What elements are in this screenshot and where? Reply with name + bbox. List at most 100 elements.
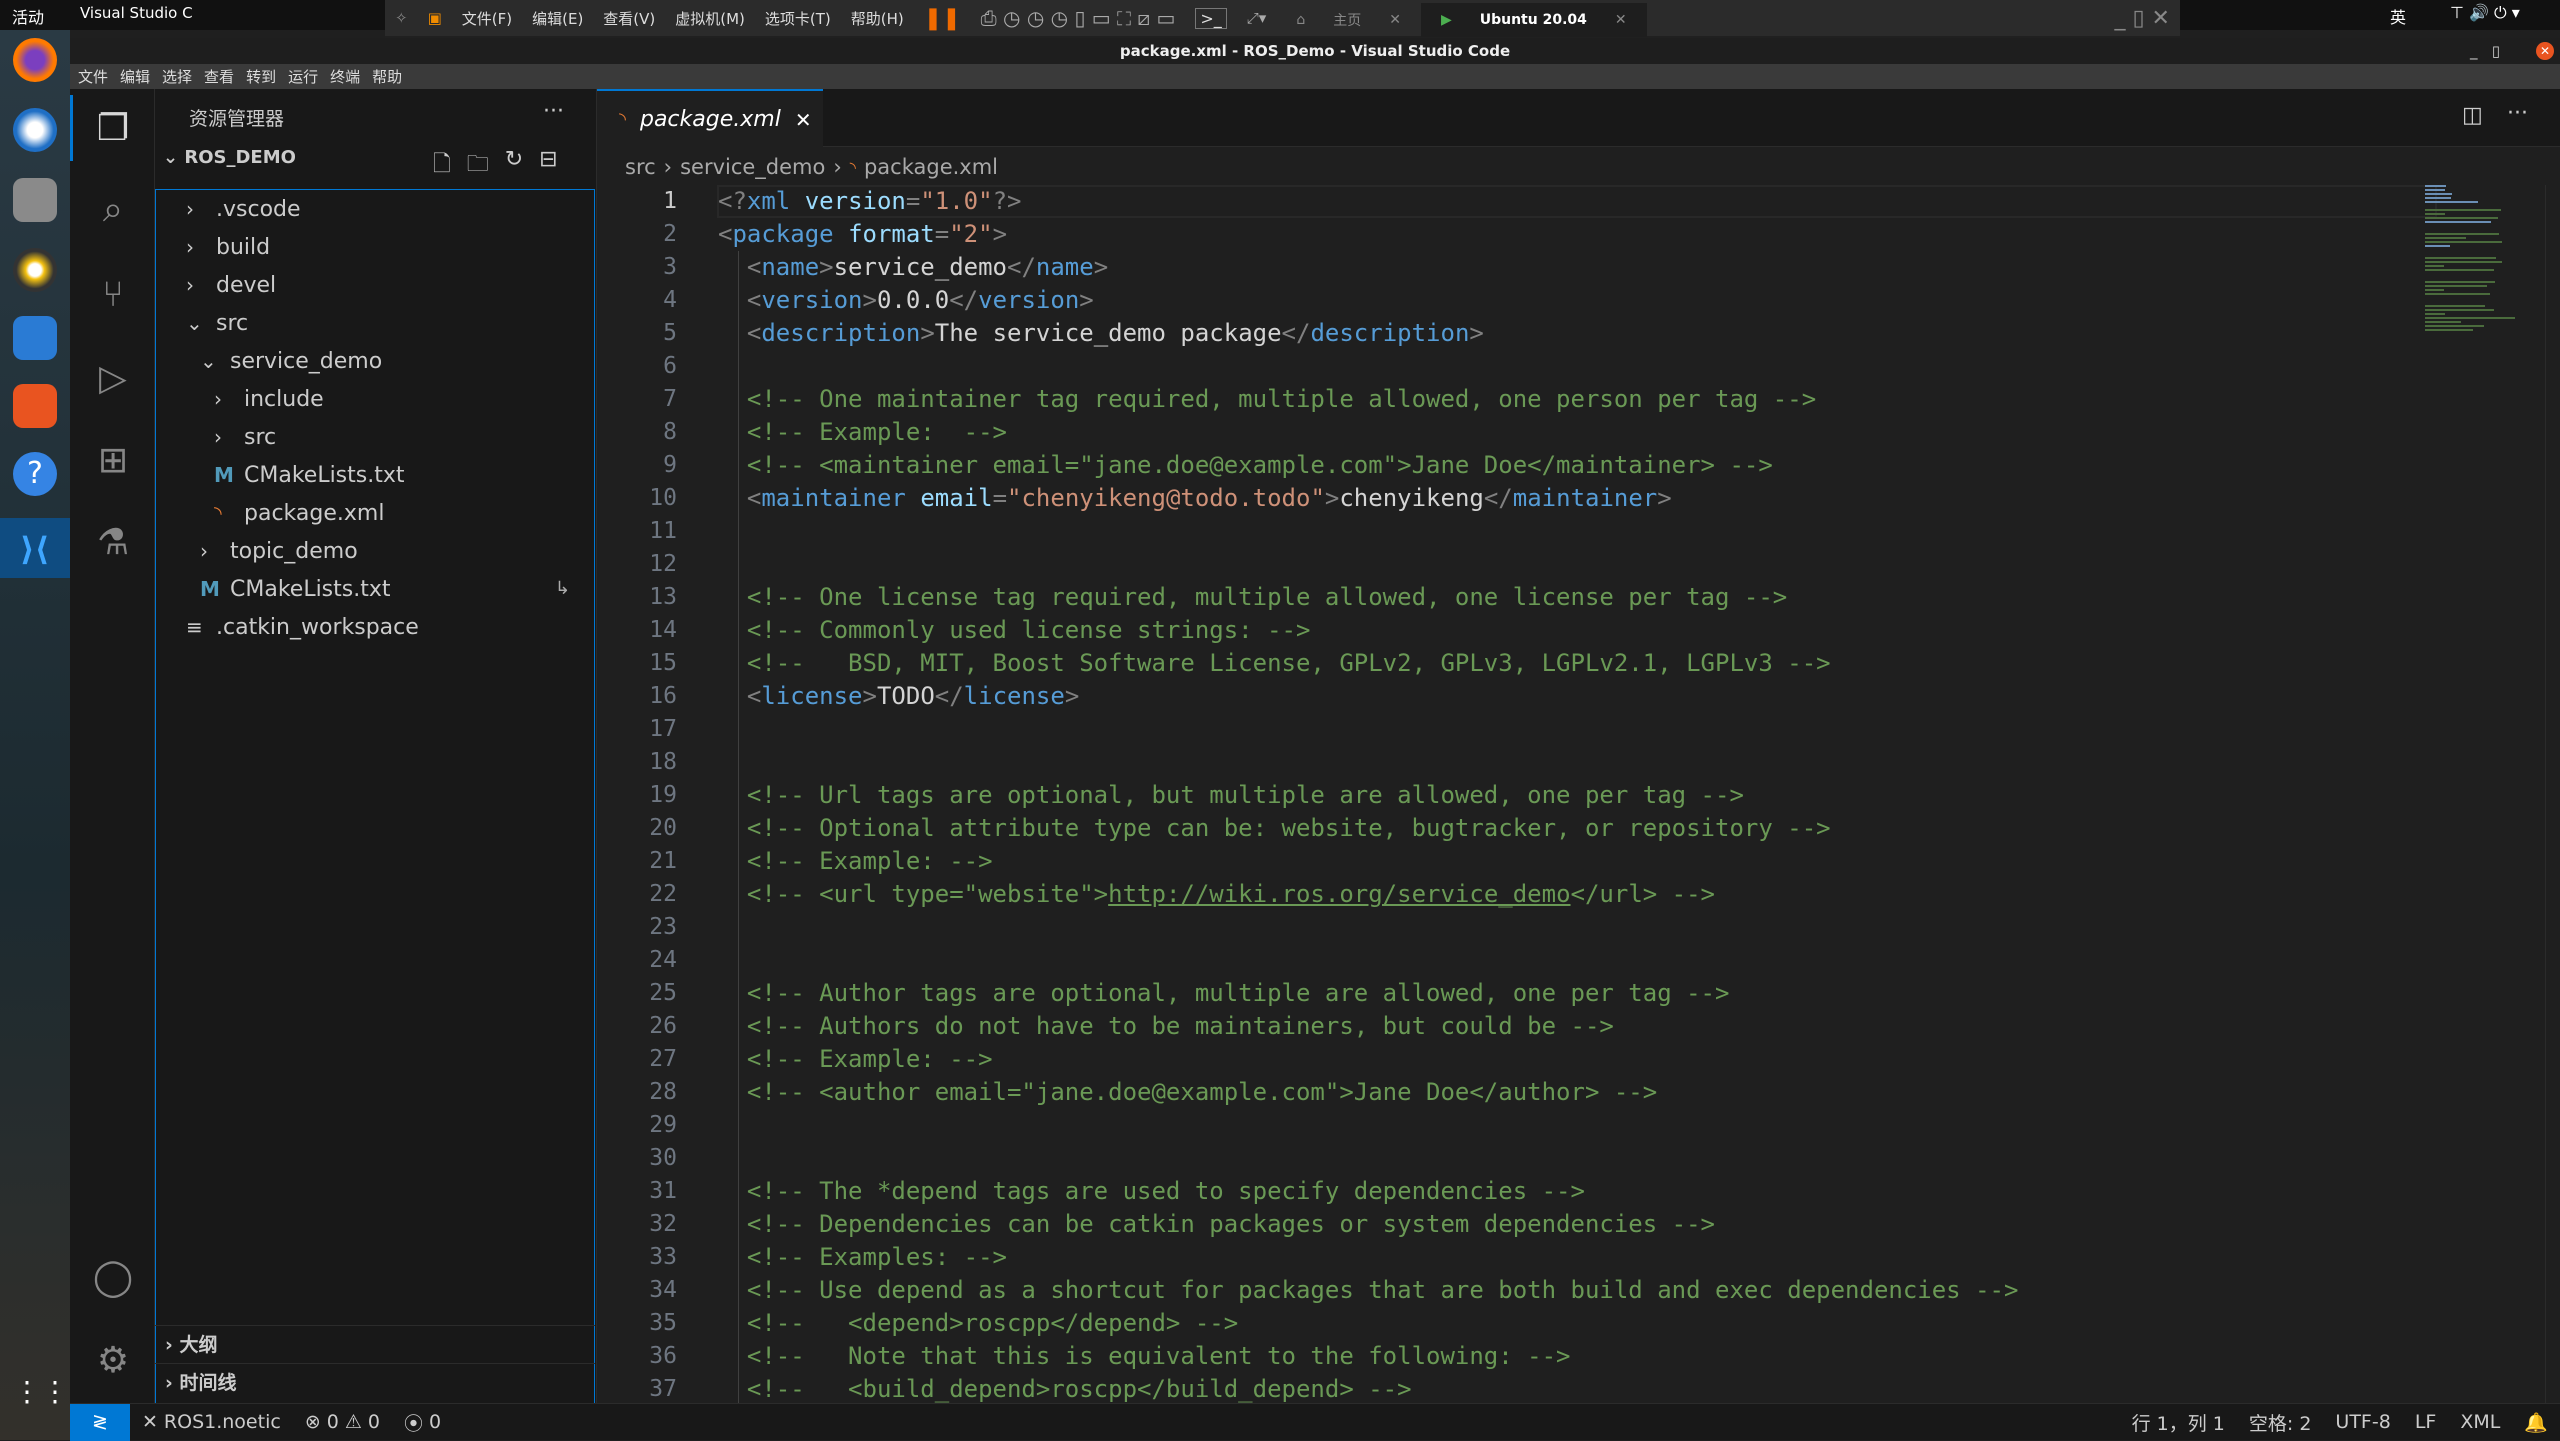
tree-item[interactable]: ◝ package.xml <box>156 494 594 532</box>
fullscreen-icon[interactable]: ⤢▾ <box>1247 9 1267 27</box>
tree-item[interactable]: › src <box>156 418 594 456</box>
testing-icon[interactable]: ⚗ <box>88 517 138 567</box>
pin-icon[interactable]: ✧ <box>395 9 408 27</box>
menu-terminal[interactable]: 终端 <box>330 66 360 87</box>
workspace-header[interactable]: ⌄ ROS_DEMO <box>163 147 296 168</box>
indentation[interactable]: 空格: 2 <box>2237 1409 2324 1436</box>
vm-menu-edit[interactable]: 编辑(E) <box>532 8 583 29</box>
close-icon[interactable]: ✕ <box>1615 12 1627 28</box>
libreoffice-writer-icon[interactable] <box>13 316 57 360</box>
system-tray-icons[interactable]: ⊤ 🔊 ⏻ ▾ <box>2450 3 2520 23</box>
help-icon[interactable]: ? <box>13 452 57 496</box>
timeline-section[interactable]: › 时间线 <box>155 1363 595 1401</box>
vm-menu-file[interactable]: 文件(F) <box>462 8 512 29</box>
run-debug-icon[interactable]: ▷ <box>88 353 138 403</box>
breadcrumb-item[interactable]: service_demo <box>680 155 825 179</box>
breadcrumb-item[interactable]: src <box>625 155 656 179</box>
minimize-button[interactable]: _ ▯ <box>2470 38 2500 64</box>
menu-run[interactable]: 运行 <box>288 66 318 87</box>
tree-item[interactable]: M CMakeLists.txt ↳ <box>156 570 594 608</box>
thunderbird-icon[interactable] <box>13 108 57 152</box>
more-actions-icon[interactable]: ··· <box>543 99 564 124</box>
chevron-right-icon: › <box>214 387 222 411</box>
close-tab-icon[interactable]: ✕ <box>795 108 812 132</box>
app-menu[interactable]: Visual Studio C <box>80 4 193 22</box>
code-line: <!-- <url type="website">http://wiki.ros… <box>718 878 1715 911</box>
cursor-position[interactable]: 行 1，列 1 <box>2120 1409 2237 1436</box>
ros-status[interactable]: ✕ ROS1.noetic <box>130 1411 293 1433</box>
tab-package-xml[interactable]: ◝ package.xml ✕ <box>597 89 823 148</box>
more-actions-icon[interactable]: ··· <box>2507 101 2528 126</box>
show-apps-icon[interactable]: ⋮⋮⋮ <box>13 1375 97 1419</box>
remote-indicator[interactable]: ≷ <box>70 1403 130 1441</box>
vm-menu-view[interactable]: 查看(V) <box>603 8 655 29</box>
vm-window-controls[interactable]: _ ▯ ✕ <box>2114 6 2170 31</box>
ports-indicator[interactable]: ⦿ 0 <box>392 1409 453 1436</box>
close-icon[interactable]: ✕ <box>1389 12 1401 28</box>
menu-view[interactable]: 查看 <box>204 66 234 87</box>
menu-selection[interactable]: 选择 <box>162 66 192 87</box>
code-line: <!-- Url tags are optional, but multiple… <box>718 779 1744 812</box>
vm-menu-vm[interactable]: 虚拟机(M) <box>675 8 745 29</box>
collapse-all-icon[interactable]: ⊟ <box>539 147 557 185</box>
extensions-icon[interactable]: ⊞ <box>88 435 138 485</box>
tree-item[interactable]: ⌄ src <box>156 304 594 342</box>
tree-item[interactable]: ≡ .catkin_workspace <box>156 608 594 646</box>
menu-edit[interactable]: 编辑 <box>120 66 150 87</box>
explorer-icon[interactable]: ❐ <box>88 103 138 153</box>
minimap[interactable] <box>2425 185 2515 335</box>
settings-gear-icon[interactable]: ⚙ <box>88 1335 138 1385</box>
problems-indicator[interactable]: ⊗ 0 ⚠ 0 <box>293 1411 392 1433</box>
new-file-icon[interactable]: 🗋 <box>433 147 451 185</box>
vertical-scrollbar[interactable] <box>2545 185 2560 1403</box>
source-control-icon[interactable]: ⑂ <box>88 269 138 319</box>
new-folder-icon[interactable]: 🗀 <box>467 147 489 185</box>
firefox-icon[interactable] <box>13 38 57 82</box>
code-line: <!-- Dependencies can be catkin packages… <box>718 1208 1715 1241</box>
files-icon[interactable] <box>13 178 57 222</box>
input-method[interactable]: 英 <box>2390 4 2406 28</box>
code-token: version <box>978 286 1080 314</box>
menu-help[interactable]: 帮助 <box>372 66 402 87</box>
vm-tab-home[interactable]: ⌂ 主页 ✕ <box>1276 3 1421 37</box>
code-token: 0.0.0 <box>876 286 950 314</box>
activities-button[interactable]: 活动 <box>12 4 44 28</box>
tree-item[interactable]: › include <box>156 380 594 418</box>
active-indicator <box>70 95 73 161</box>
vm-menu-help[interactable]: 帮助(H) <box>851 8 904 29</box>
tree-item[interactable]: ⌄ service_demo <box>156 342 594 380</box>
close-window-button[interactable]: ✕ <box>2536 42 2554 60</box>
outline-section[interactable]: › 大纲 <box>155 1325 595 1363</box>
code-line: <version>0.0.0</version> <box>718 284 1094 317</box>
terminal-icon[interactable]: >_ <box>1195 7 1227 29</box>
language-mode[interactable]: XML <box>2448 1409 2512 1436</box>
vm-menu-tabs[interactable]: 选项卡(T) <box>765 8 831 29</box>
vm-tab-ubuntu[interactable]: ▶ Ubuntu 20.04 ✕ <box>1420 3 1647 37</box>
line-ending[interactable]: LF <box>2403 1409 2449 1436</box>
account-icon[interactable]: ◯ <box>88 1252 138 1302</box>
tree-item[interactable]: M CMakeLists.txt <box>156 456 594 494</box>
code-token[interactable]: http://wiki.ros.org/service_demo <box>1108 880 1570 908</box>
notifications-bell-icon[interactable]: 🔔 <box>2512 1409 2560 1436</box>
tree-item[interactable]: › devel <box>156 266 594 304</box>
rhythmbox-icon[interactable] <box>13 248 57 292</box>
tab-label: package.xml <box>639 107 781 132</box>
tree-item[interactable]: › topic_demo <box>156 532 594 570</box>
encoding[interactable]: UTF-8 <box>2323 1409 2402 1436</box>
breadcrumb-item[interactable]: package.xml <box>864 155 998 179</box>
line-number: 16 <box>649 683 677 709</box>
refresh-icon[interactable]: ↻ <box>505 147 523 185</box>
vscode-icon[interactable]: ⟩⟨ <box>0 518 70 578</box>
tree-item[interactable]: › build <box>156 228 594 266</box>
vm-toolbar-icons[interactable]: ⎙ ◷ ◷ ◷ ▯ ▭ ⛶ ⧄ ▭ <box>981 6 1176 30</box>
line-number: 20 <box>649 815 677 841</box>
split-editor-icon[interactable]: ◫ <box>2462 103 2483 128</box>
tree-item[interactable]: › .vscode <box>156 190 594 228</box>
menu-file[interactable]: 文件 <box>78 66 108 87</box>
search-icon[interactable]: ⌕ <box>88 185 138 235</box>
pause-icon[interactable]: ❚❚ <box>924 6 961 31</box>
menu-go[interactable]: 转到 <box>246 66 276 87</box>
app-center-icon[interactable] <box>13 384 57 428</box>
minimap-line <box>2425 193 2452 195</box>
